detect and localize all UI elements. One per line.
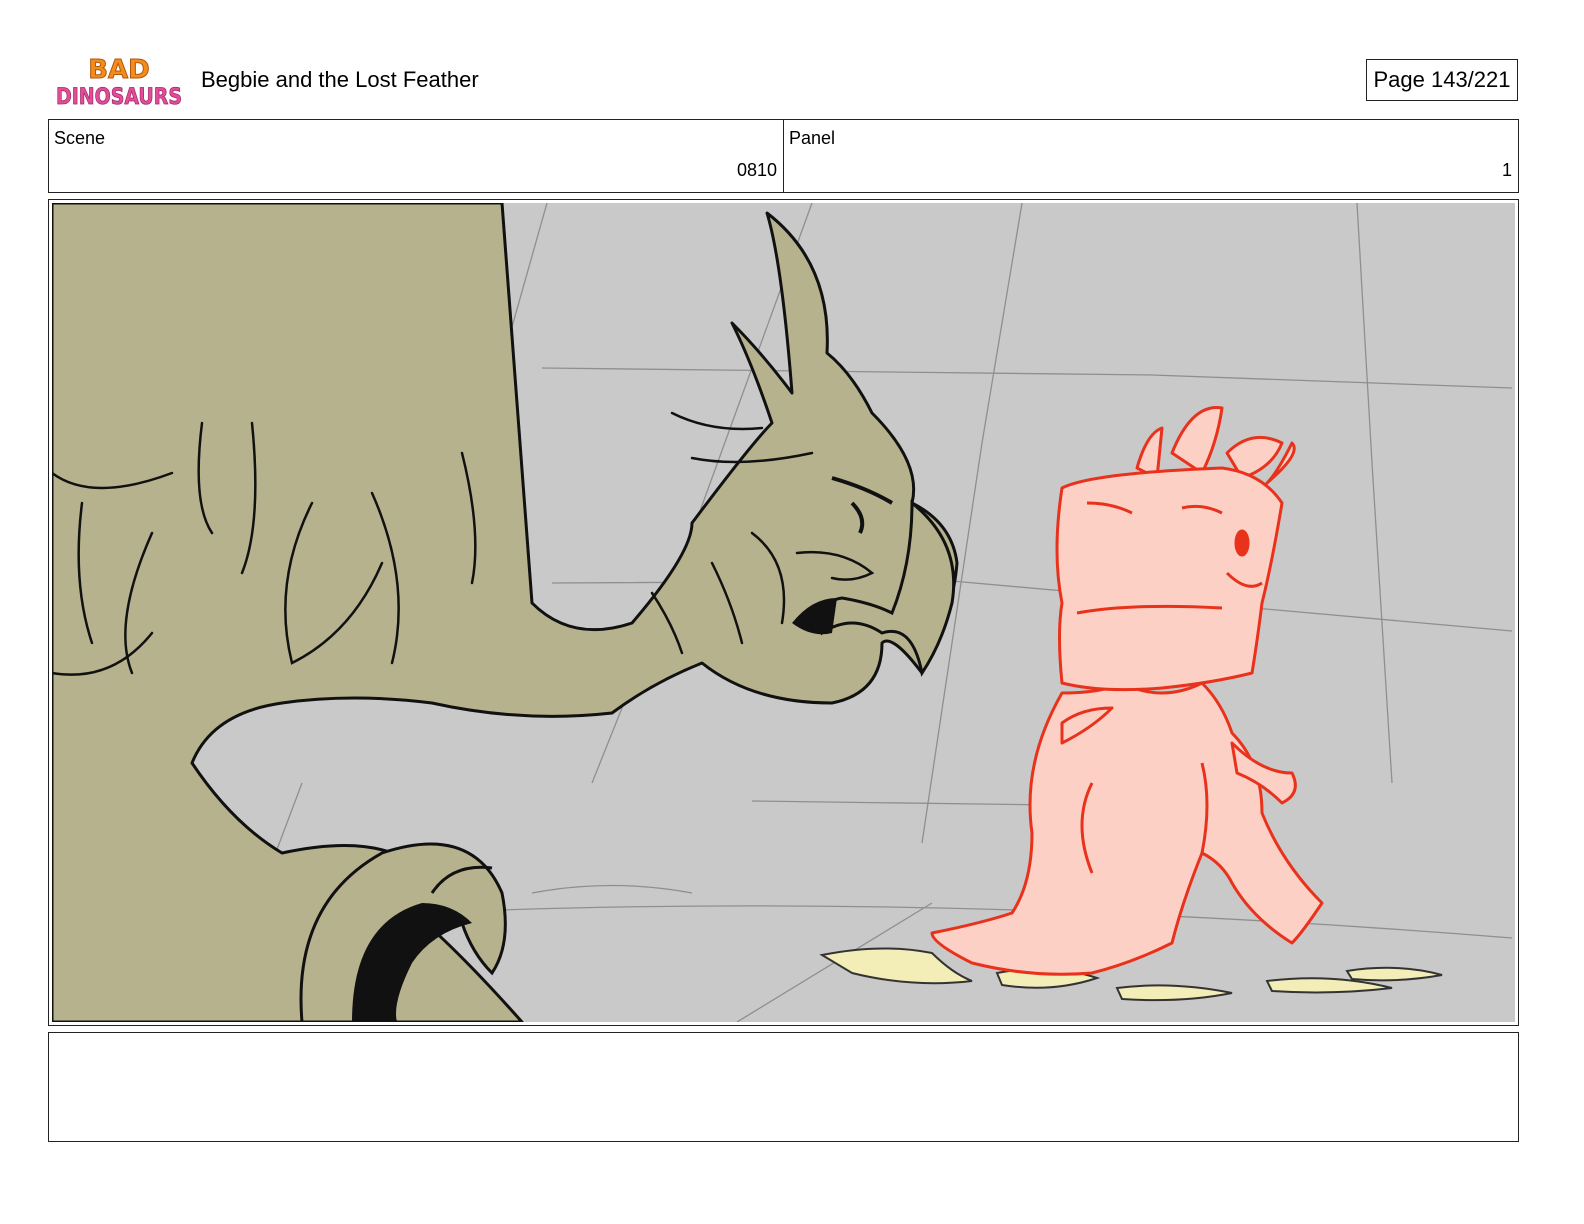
panel-cell: Panel 1	[783, 120, 1518, 192]
scene-cell: Scene 0810	[49, 120, 783, 192]
panel-number: 1	[1501, 160, 1512, 180]
bad-dinosaurs-logo: BAD DINOSAURS	[56, 55, 183, 111]
scene-number: 0810	[736, 160, 777, 180]
svg-text:BAD: BAD	[88, 55, 150, 85]
page-indicator: Page 143/221	[1366, 59, 1518, 101]
storyboard-title: Begbie and the Lost Feather	[201, 67, 479, 92]
svg-text:DINOSAURS: DINOSAURS	[56, 85, 182, 110]
panel-drawing	[52, 203, 1515, 1022]
scene-label: Scene	[54, 128, 106, 148]
panel-label: Panel	[789, 128, 836, 148]
scene-panel-info: Scene 0810 Panel 1	[48, 119, 1519, 193]
storyboard-panel	[48, 199, 1519, 1026]
panel-notes	[48, 1032, 1519, 1142]
